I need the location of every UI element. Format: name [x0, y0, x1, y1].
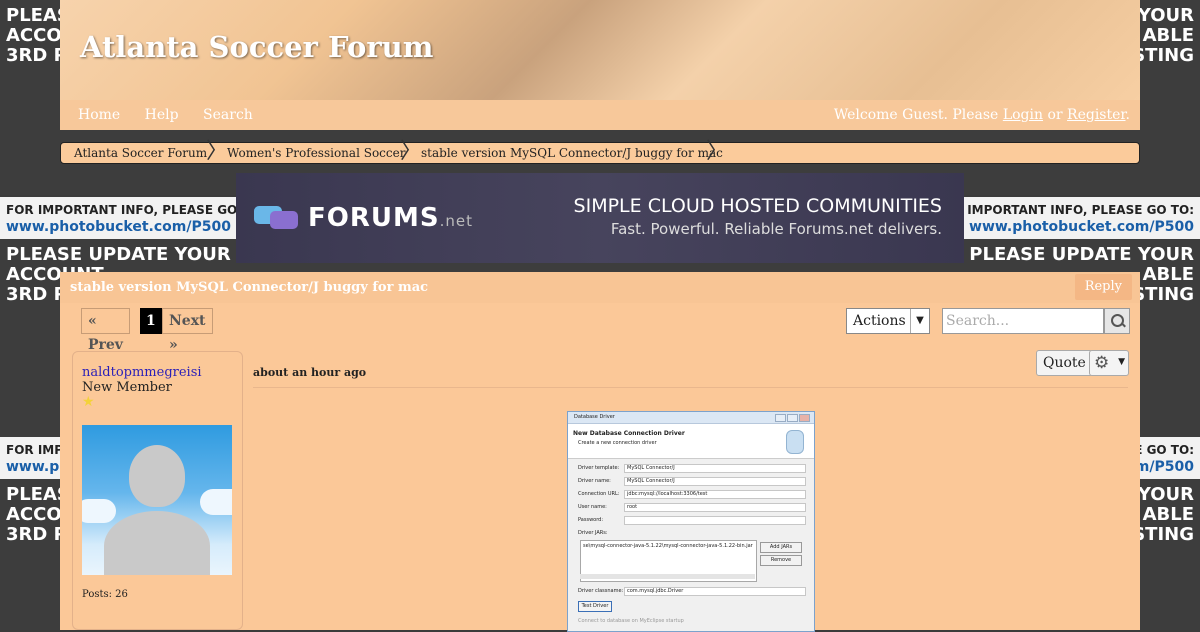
- prev-page-button[interactable]: « Prev: [81, 308, 130, 353]
- nav-help-link[interactable]: Help: [145, 107, 179, 123]
- search-input[interactable]: Search...: [942, 308, 1104, 334]
- register-link[interactable]: Register: [1067, 107, 1126, 123]
- welcome-message: Welcome Guest. Please Login or Register.: [833, 107, 1130, 123]
- nav-search-link[interactable]: Search: [203, 107, 253, 123]
- topic-body: « Prev 1 Next » Actions ▼ Search... nald…: [60, 303, 1140, 632]
- banner-tagline: SIMPLE CLOUD HOSTED COMMUNITIES: [573, 195, 942, 217]
- forum-header: Atlanta Soccer Forum: [60, 0, 1140, 100]
- banner-subtagline: Fast. Powerful. Reliable Forums.net deli…: [610, 220, 942, 238]
- minimize-icon: [775, 414, 786, 422]
- close-icon: [799, 414, 810, 422]
- login-link[interactable]: Login: [1003, 107, 1043, 123]
- bg-right-text: YOUR ABLE STING: [1132, 5, 1194, 66]
- author-post-count: Posts: 26: [82, 589, 128, 600]
- forums-net-ad-banner[interactable]: FORUMS.net SIMPLE CLOUD HOSTED COMMUNITI…: [236, 173, 964, 263]
- breadcrumb-separator: 〉: [400, 139, 423, 164]
- gear-icon: ⚙: [1094, 353, 1110, 373]
- actions-dropdown[interactable]: Actions ▼: [846, 308, 930, 334]
- author-name-link[interactable]: naldtopmmegreisi: [82, 365, 202, 380]
- post-divider: [253, 387, 1128, 388]
- breadcrumb-thread[interactable]: stable version MySQL Connector/J buggy f…: [421, 143, 723, 163]
- quote-button[interactable]: Quote: [1036, 350, 1093, 376]
- topic-title: stable version MySQL Connector/J buggy f…: [70, 280, 429, 295]
- database-icon: [786, 430, 804, 454]
- forum-header-wrap: Atlanta Soccer Forum Home Help Search We…: [60, 0, 1140, 130]
- breadcrumb: Atlanta Soccer Forum 〉 Women's Professio…: [60, 139, 1140, 164]
- chevron-down-icon: ▼: [910, 309, 929, 333]
- breadcrumb-separator: 〉: [706, 139, 729, 164]
- banner-brand: FORUMS.net: [308, 203, 473, 233]
- avatar[interactable]: [82, 425, 232, 575]
- next-page-button[interactable]: Next »: [162, 308, 213, 353]
- chevron-down-icon: ▼: [1118, 357, 1125, 367]
- chat-bubble-icon: [270, 211, 298, 229]
- actions-label: Actions: [853, 313, 906, 329]
- breadcrumb-separator: 〉: [206, 139, 229, 164]
- author-rank: New Member: [82, 380, 172, 395]
- search-placeholder: Search...: [946, 313, 1010, 329]
- topic-header: stable version MySQL Connector/J buggy f…: [60, 272, 1140, 303]
- post-author-card: naldtopmmegreisi New Member ★ Posts: 26: [72, 351, 243, 630]
- forum-title[interactable]: Atlanta Soccer Forum: [80, 30, 433, 64]
- nav-home-link[interactable]: Home: [78, 107, 120, 123]
- reply-button[interactable]: Reply: [1074, 274, 1132, 300]
- post-options-button[interactable]: ⚙ ▼: [1089, 350, 1129, 376]
- breadcrumb-board[interactable]: Women's Professional Soccer: [227, 143, 405, 163]
- maximize-icon: [787, 414, 798, 422]
- main-nav: Home Help Search Welcome Guest. Please L…: [60, 100, 1140, 130]
- star-icon: ★: [82, 394, 95, 410]
- post-timestamp: about an hour ago: [253, 366, 367, 379]
- search-button[interactable]: [1104, 308, 1130, 334]
- breadcrumb-forum[interactable]: Atlanta Soccer Forum: [74, 143, 207, 163]
- post-image-database-driver[interactable]: Database Driver New Database Connection …: [567, 411, 815, 632]
- current-page-button[interactable]: 1: [140, 308, 162, 334]
